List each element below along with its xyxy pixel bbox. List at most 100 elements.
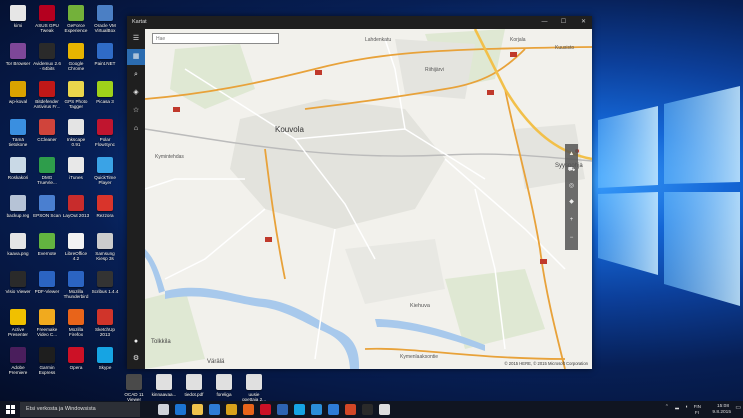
close-button[interactable]: ✕ xyxy=(577,16,590,29)
zoom-in-icon[interactable]: + xyxy=(565,212,578,228)
desktop-icon[interactable]: Rezzora xyxy=(91,195,119,218)
desktop-icon[interactable]: Skype xyxy=(91,347,119,370)
desktop-icon[interactable]: uusie opettaja 2... xyxy=(240,374,268,401)
outlook-icon[interactable] xyxy=(277,404,288,415)
desktop-icon-label: Bitdefender Antivirus Fr... xyxy=(33,99,61,109)
app-icon xyxy=(68,271,84,287)
desktop-icon[interactable]: ASUS GPU Tweak xyxy=(33,5,61,33)
network-icon[interactable]: ▂ xyxy=(675,404,679,410)
desktop-icon[interactable]: Scribus 1.4.4 xyxy=(91,271,119,294)
desktop-icon[interactable]: Avidemux 2.6 - 64bits xyxy=(33,43,61,71)
tray-expand-icon[interactable]: ⌃ xyxy=(665,404,669,410)
desktop-icon[interactable]: kinnaavaa... xyxy=(150,374,178,397)
mail-icon[interactable] xyxy=(328,404,339,415)
desktop-icon[interactable]: EPSON Scan xyxy=(33,195,61,218)
task-view-icon[interactable] xyxy=(158,404,169,415)
maps-window[interactable]: Kartat — ☐ ✕ ☰ ▦ ⌕ ◈ ☆ ⌂ ● ⚙ Lahdenkatu … xyxy=(127,16,592,369)
desktop-icon[interactable]: Garmin Express xyxy=(33,347,61,375)
groove-icon[interactable] xyxy=(362,404,373,415)
start-button[interactable] xyxy=(0,401,20,418)
app-icon xyxy=(68,195,84,211)
desktop-icon[interactable]: SketchUp 2013 xyxy=(91,309,119,337)
directions-icon[interactable]: ◈ xyxy=(127,85,145,101)
desktop-icon[interactable]: Mozilla Firefox xyxy=(62,309,90,337)
opera-icon[interactable] xyxy=(260,404,271,415)
desktop-icon[interactable]: Picasa 3 xyxy=(91,81,119,104)
store-icon[interactable] xyxy=(209,404,220,415)
desktop-icon[interactable]: DMG TrueVie... xyxy=(33,157,61,185)
traffic-icon[interactable]: ⛟ xyxy=(565,162,578,178)
desktop-icon[interactable]: kimi xyxy=(4,5,32,28)
desktop-icon[interactable]: Mozilla Thunderbird xyxy=(62,271,90,299)
language-indicator[interactable]: FIN xyxy=(694,404,701,409)
edge-icon[interactable] xyxy=(175,404,186,415)
title-bar[interactable]: Kartat — ☐ ✕ xyxy=(127,16,592,29)
taskbar-search-input[interactable]: Etsi verkosta ja Windowsista xyxy=(20,402,140,417)
search-icon[interactable]: ⌕ xyxy=(127,67,145,83)
maps-icon[interactable] xyxy=(379,404,390,415)
chrome-icon[interactable] xyxy=(226,404,237,415)
zoom-out-icon[interactable]: − xyxy=(565,230,578,246)
locate-me-icon[interactable]: ◎ xyxy=(565,178,578,194)
desktop-icon[interactable]: foreliga xyxy=(210,374,238,397)
desktop-icon[interactable]: Opera xyxy=(62,347,90,370)
skype-icon[interactable] xyxy=(294,404,305,415)
desktop-icon[interactable]: GPS Photo Tagger xyxy=(62,81,90,109)
desktop-icon[interactable]: kaava.png xyxy=(4,233,32,256)
desktop-icon-label: Opera xyxy=(69,365,83,370)
desktop-icon[interactable]: Polar FlowSync xyxy=(91,119,119,147)
map-label-city: Kouvola xyxy=(275,125,304,134)
map-canvas[interactable]: Lahdenkatu Kouvola Kymintehdas Korjala T… xyxy=(145,29,592,369)
desktop-icon[interactable]: Visio Viewer xyxy=(4,271,32,294)
desktop-icon[interactable]: Bitdefender Antivirus Fr... xyxy=(33,81,61,109)
search-input[interactable]: Hae xyxy=(152,33,279,44)
desktop-icon[interactable]: PDF-Viewer xyxy=(33,271,61,294)
app-icon xyxy=(68,309,84,325)
photos-icon[interactable] xyxy=(311,404,322,415)
powerpoint-icon[interactable] xyxy=(345,404,356,415)
favorites-icon[interactable]: ☆ xyxy=(127,103,145,119)
map-graphic[interactable] xyxy=(145,29,592,369)
desktop-icon[interactable]: Paint.NET xyxy=(91,43,119,66)
desktop-icon[interactable]: Samsung Kiesp 3s xyxy=(91,233,119,261)
account-icon[interactable]: ● xyxy=(127,334,145,350)
map-label: Korjala xyxy=(510,37,526,43)
map-view-icon[interactable]: ▦ xyxy=(127,49,145,65)
desktop-icon[interactable]: Inkscape 0.91 xyxy=(62,119,90,147)
desktop-icon[interactable]: iTunes xyxy=(62,157,90,180)
action-center-icon[interactable]: ▭ xyxy=(735,404,741,411)
compass-icon[interactable]: ▲ xyxy=(565,146,578,162)
desktop-icon[interactable]: tiedot.pdf xyxy=(180,374,208,397)
desktop-icon[interactable]: OCAD 11 Viewer xyxy=(120,374,148,401)
desktop-icon-label: PDF-Viewer xyxy=(34,289,60,294)
layers-icon[interactable]: ◆ xyxy=(565,194,578,210)
desktop-icon[interactable]: wp-koval xyxy=(4,81,32,104)
desktop-icon[interactable]: LibreOffice 4.2 xyxy=(62,233,90,261)
desktop-icon[interactable]: CCleaner xyxy=(33,119,61,142)
desktop-icon[interactable]: GeForce Experience xyxy=(62,5,90,33)
desktop-icon[interactable]: Freemake Video C... xyxy=(33,309,61,337)
desktop-icon[interactable]: Tämä tietokone xyxy=(4,119,32,147)
desktop-icon[interactable]: Evernote xyxy=(33,233,61,256)
firefox-icon[interactable] xyxy=(243,404,254,415)
minimize-button[interactable]: — xyxy=(538,16,551,29)
app-icon xyxy=(39,233,55,249)
desktop-icon[interactable]: LayOut 2013 xyxy=(62,195,90,218)
desktop-icon[interactable]: Oracle VM VirtualBox xyxy=(91,5,119,33)
file-explorer-icon[interactable] xyxy=(192,404,203,415)
desktop-icon[interactable]: Active Presenter xyxy=(4,309,32,337)
desktop-icon[interactable]: Tor Browser xyxy=(4,43,32,66)
settings-icon[interactable]: ⚙ xyxy=(127,351,145,367)
desktop-icon[interactable]: backup.reg xyxy=(4,195,32,218)
desktop-icon[interactable]: Adobe Premiere xyxy=(4,347,32,375)
app-icon xyxy=(39,195,55,211)
3d-cities-icon[interactable]: ⌂ xyxy=(127,121,145,137)
clock-date[interactable]: 9.8.2015 xyxy=(712,410,731,415)
hamburger-menu-icon[interactable]: ☰ xyxy=(127,31,145,47)
desktop-icon[interactable]: QuickTime Player xyxy=(91,157,119,185)
desktop-icon[interactable]: Google Chrome xyxy=(62,43,90,71)
maximize-button[interactable]: ☐ xyxy=(557,16,570,29)
desktop-icon[interactable]: Roskakori xyxy=(4,157,32,180)
clock-time[interactable]: 15:08 xyxy=(717,404,729,409)
volume-icon[interactable]: ◖ xyxy=(685,404,688,410)
